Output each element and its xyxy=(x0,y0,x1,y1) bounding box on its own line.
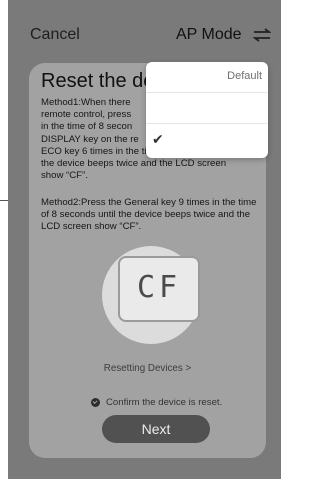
switch-arrows-icon[interactable] xyxy=(253,28,271,42)
method1-line: show “CF”. xyxy=(41,170,88,182)
check-circle-icon xyxy=(91,398,100,407)
lcd-code: CF xyxy=(136,270,182,305)
method1-line: the device beeps twice and the LCD scree… xyxy=(41,158,227,170)
mode-dropdown: Default ✔ xyxy=(146,62,268,158)
card-title: Reset the de xyxy=(41,70,155,92)
confirm-reset-checkbox[interactable]: Confirm the device is reset. xyxy=(91,397,222,408)
dropdown-item-selected[interactable]: ✔ xyxy=(146,124,268,155)
cancel-button[interactable]: Cancel xyxy=(30,26,80,44)
dropdown-item-label: Default xyxy=(227,70,262,82)
lcd-screen: CF xyxy=(118,256,200,322)
method2-text: Method2:Press the General key 9 times in… xyxy=(41,197,257,233)
dropdown-item[interactable] xyxy=(146,93,268,124)
dropdown-item-default[interactable]: Default xyxy=(146,62,268,93)
device-illustration: CF xyxy=(102,246,200,344)
edge-marker xyxy=(0,200,8,201)
next-button[interactable]: Next xyxy=(102,415,210,443)
mode-title: AP Mode xyxy=(176,26,242,43)
app-screen: Cancel AP Mode Reset the de Method1:When… xyxy=(8,0,281,479)
resetting-devices-link[interactable]: Resetting Devices > xyxy=(29,363,266,374)
confirm-label: Confirm the device is reset. xyxy=(106,397,223,408)
top-bar: Cancel AP Mode xyxy=(8,0,281,70)
checkmark-icon: ✔ xyxy=(152,131,164,147)
